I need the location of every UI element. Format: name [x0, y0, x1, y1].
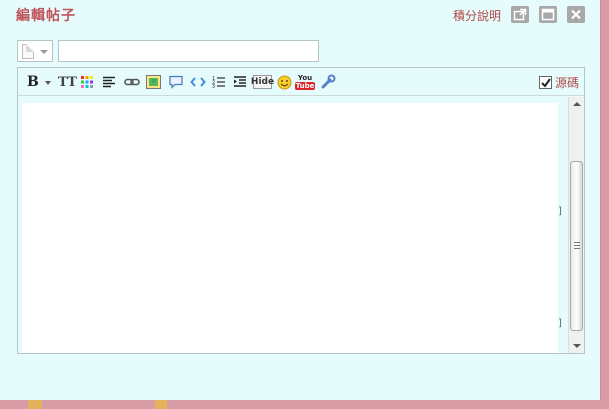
edge-mark: ] [558, 318, 562, 329]
color-button[interactable] [80, 74, 94, 90]
maximize-button[interactable] [539, 6, 557, 23]
source-label: 源碼 [555, 75, 580, 90]
youtube-button[interactable]: You Tube [294, 74, 316, 90]
tools-icon [321, 74, 336, 89]
font-size-button[interactable]: TT [58, 74, 77, 90]
link-icon [124, 78, 140, 86]
close-button[interactable] [567, 6, 585, 23]
doc-type-select[interactable] [17, 40, 53, 62]
align-button[interactable] [102, 74, 116, 90]
editor-scrollbar[interactable] [568, 97, 584, 353]
checkmark-icon [541, 77, 551, 88]
popout-button[interactable] [511, 6, 529, 23]
quote-icon [169, 75, 183, 89]
source-toggle[interactable]: 源碼 [539, 74, 579, 90]
edit-post-dialog: 編輯帖子 積分說明 B TT 1 2 3 Hide You Tube 源碼] … [0, 0, 601, 400]
hide-button[interactable]: Hide [251, 75, 274, 89]
color-icon [81, 76, 93, 88]
image-button[interactable] [146, 74, 161, 90]
editor-content[interactable] [22, 103, 558, 353]
bold-button[interactable]: B [27, 74, 39, 90]
popout-icon [513, 8, 527, 21]
svg-text:3: 3 [212, 84, 215, 89]
code-icon [190, 77, 206, 87]
ordered-list-button[interactable]: 1 2 3 [212, 74, 226, 90]
edge-mark: ] [558, 206, 562, 217]
indent-button[interactable] [233, 74, 247, 90]
chevron-down-icon[interactable] [45, 81, 51, 85]
editor: B TT 1 2 3 Hide You Tube 源碼]] [17, 67, 585, 354]
dialog-title: 編輯帖子 [16, 8, 76, 24]
close-icon [571, 9, 581, 20]
editor-toolbar: B TT 1 2 3 Hide You Tube 源碼 [18, 68, 584, 96]
maximize-icon [541, 8, 555, 21]
subject-input[interactable] [58, 40, 319, 62]
background-strip [0, 400, 609, 409]
document-icon [22, 44, 34, 59]
code-button[interactable] [190, 74, 206, 90]
smiley-button[interactable] [277, 74, 292, 90]
tools-button[interactable] [320, 74, 336, 90]
image-icon [146, 75, 161, 89]
scroll-thumb[interactable] [570, 161, 583, 331]
align-icon [103, 76, 115, 88]
link-button[interactable] [124, 74, 140, 90]
source-checkbox[interactable] [539, 75, 552, 89]
chevron-down-icon [40, 50, 48, 54]
scroll-up-icon[interactable] [573, 102, 581, 106]
youtube-icon: You [297, 74, 313, 82]
quote-button[interactable] [168, 74, 184, 90]
ordered-list-icon: 1 2 3 [212, 76, 225, 89]
smiley-icon [277, 75, 292, 89]
indent-icon [234, 76, 246, 87]
credit-info-link[interactable]: 積分說明 [453, 7, 501, 24]
scroll-down-icon[interactable] [573, 344, 581, 348]
